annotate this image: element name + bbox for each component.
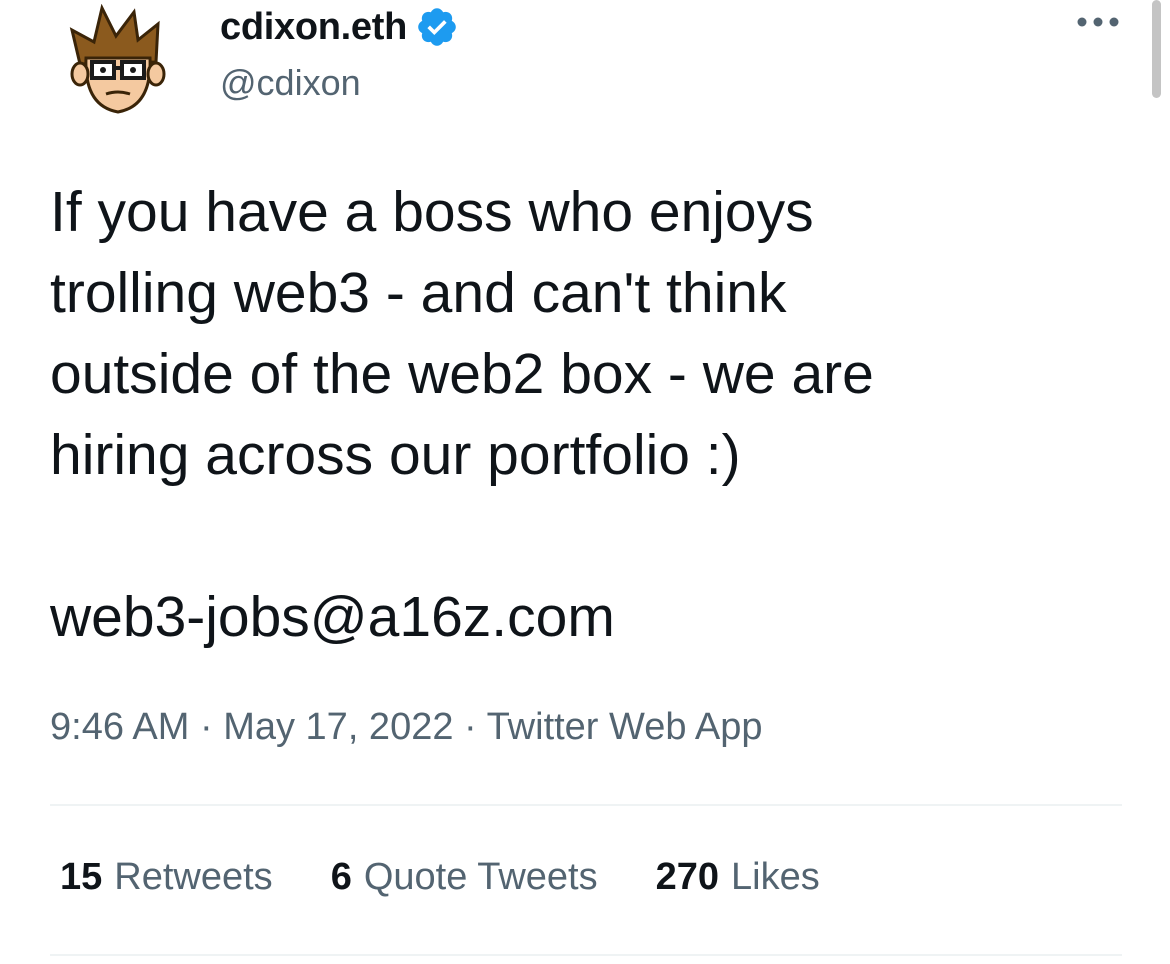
divider — [50, 954, 1122, 956]
tweet-time[interactable]: 9:46 AM — [50, 706, 189, 748]
tweet-meta: 9:46 AM · May 17, 2022 · Twitter Web App — [50, 706, 763, 749]
tweet-text-line: outside of the web2 box - we are — [50, 342, 874, 406]
display-name[interactable]: cdixon.eth — [220, 6, 407, 49]
meta-separator: · — [464, 706, 487, 748]
likes-stat[interactable]: 270 Likes — [656, 856, 820, 899]
tweet-stats: 15 Retweets 6 Quote Tweets 270 Likes — [60, 856, 820, 899]
likes-count: 270 — [655, 856, 720, 898]
scrollbar[interactable] — [1152, 0, 1161, 98]
retweets-label: Retweets — [114, 856, 273, 898]
tweet-text-line: hiring across our portfolio :) — [50, 423, 741, 487]
tweet-text-line: trolling web3 - and can't think — [50, 261, 787, 325]
quote-tweets-count: 6 — [330, 856, 352, 898]
tweet-text-line: If you have a boss who enjoys — [50, 180, 814, 244]
quote-tweets-label: Quote Tweets — [363, 856, 598, 898]
tweet-date[interactable]: May 17, 2022 — [223, 706, 453, 748]
quote-tweets-stat[interactable]: 6 Quote Tweets — [331, 856, 598, 899]
divider — [50, 804, 1122, 806]
verified-badge-icon — [418, 8, 456, 46]
author-name-row[interactable]: cdixon.eth — [220, 2, 459, 52]
avatar-icon — [50, 2, 186, 126]
tweet-email-text: web3-jobs@a16z.com — [50, 585, 615, 649]
retweets-count: 15 — [60, 856, 103, 898]
more-horizontal-icon[interactable] — [1074, 12, 1122, 32]
tweet-text: If you have a boss who enjoys trolling w… — [50, 172, 1120, 496]
avatar[interactable] — [50, 2, 186, 126]
meta-separator: · — [199, 706, 224, 748]
likes-label: Likes — [731, 856, 820, 898]
retweets-stat[interactable]: 15 Retweets — [60, 856, 273, 899]
author-handle[interactable]: @cdixon — [220, 62, 361, 104]
tweet-source[interactable]: Twitter Web App — [487, 706, 763, 748]
